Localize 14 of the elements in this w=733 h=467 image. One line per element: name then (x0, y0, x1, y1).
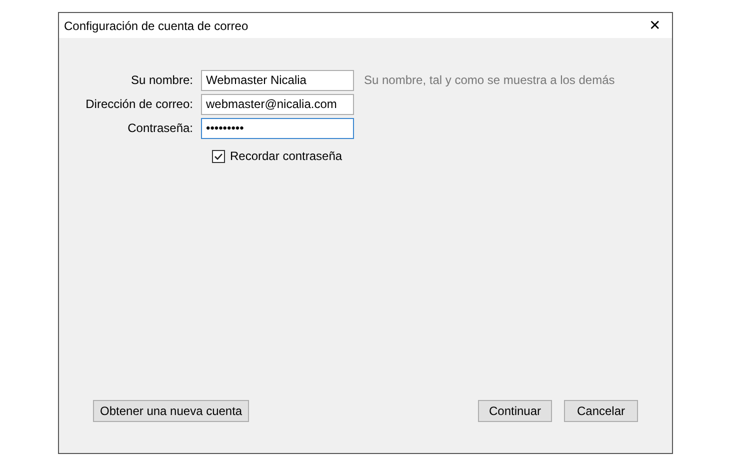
text-field[interactable]: Webmaster Nicalia (201, 70, 354, 90)
new-account-button[interactable]: Obtener una nueva cuenta (93, 400, 250, 422)
close-button[interactable]: ✕ (643, 16, 667, 36)
checkbox-label[interactable]: Recordar contraseña (230, 147, 342, 165)
field-label: Su nombre: (130, 72, 194, 89)
field-hint: Su nombre, tal y como se muestra a los demás (364, 72, 615, 89)
continue-button[interactable]: Continuar (478, 400, 552, 422)
window-title: Configuración de cuenta de correo (64, 18, 248, 34)
field-label: Dirección de correo: (84, 96, 194, 113)
checkbox[interactable] (212, 150, 225, 162)
text-field[interactable]: ••••••••• (201, 118, 354, 138)
field-label: Contraseña: (126, 120, 194, 137)
cancel-button[interactable]: Cancelar (564, 400, 638, 422)
text-field[interactable]: webmaster@nicalia.com (201, 94, 354, 114)
